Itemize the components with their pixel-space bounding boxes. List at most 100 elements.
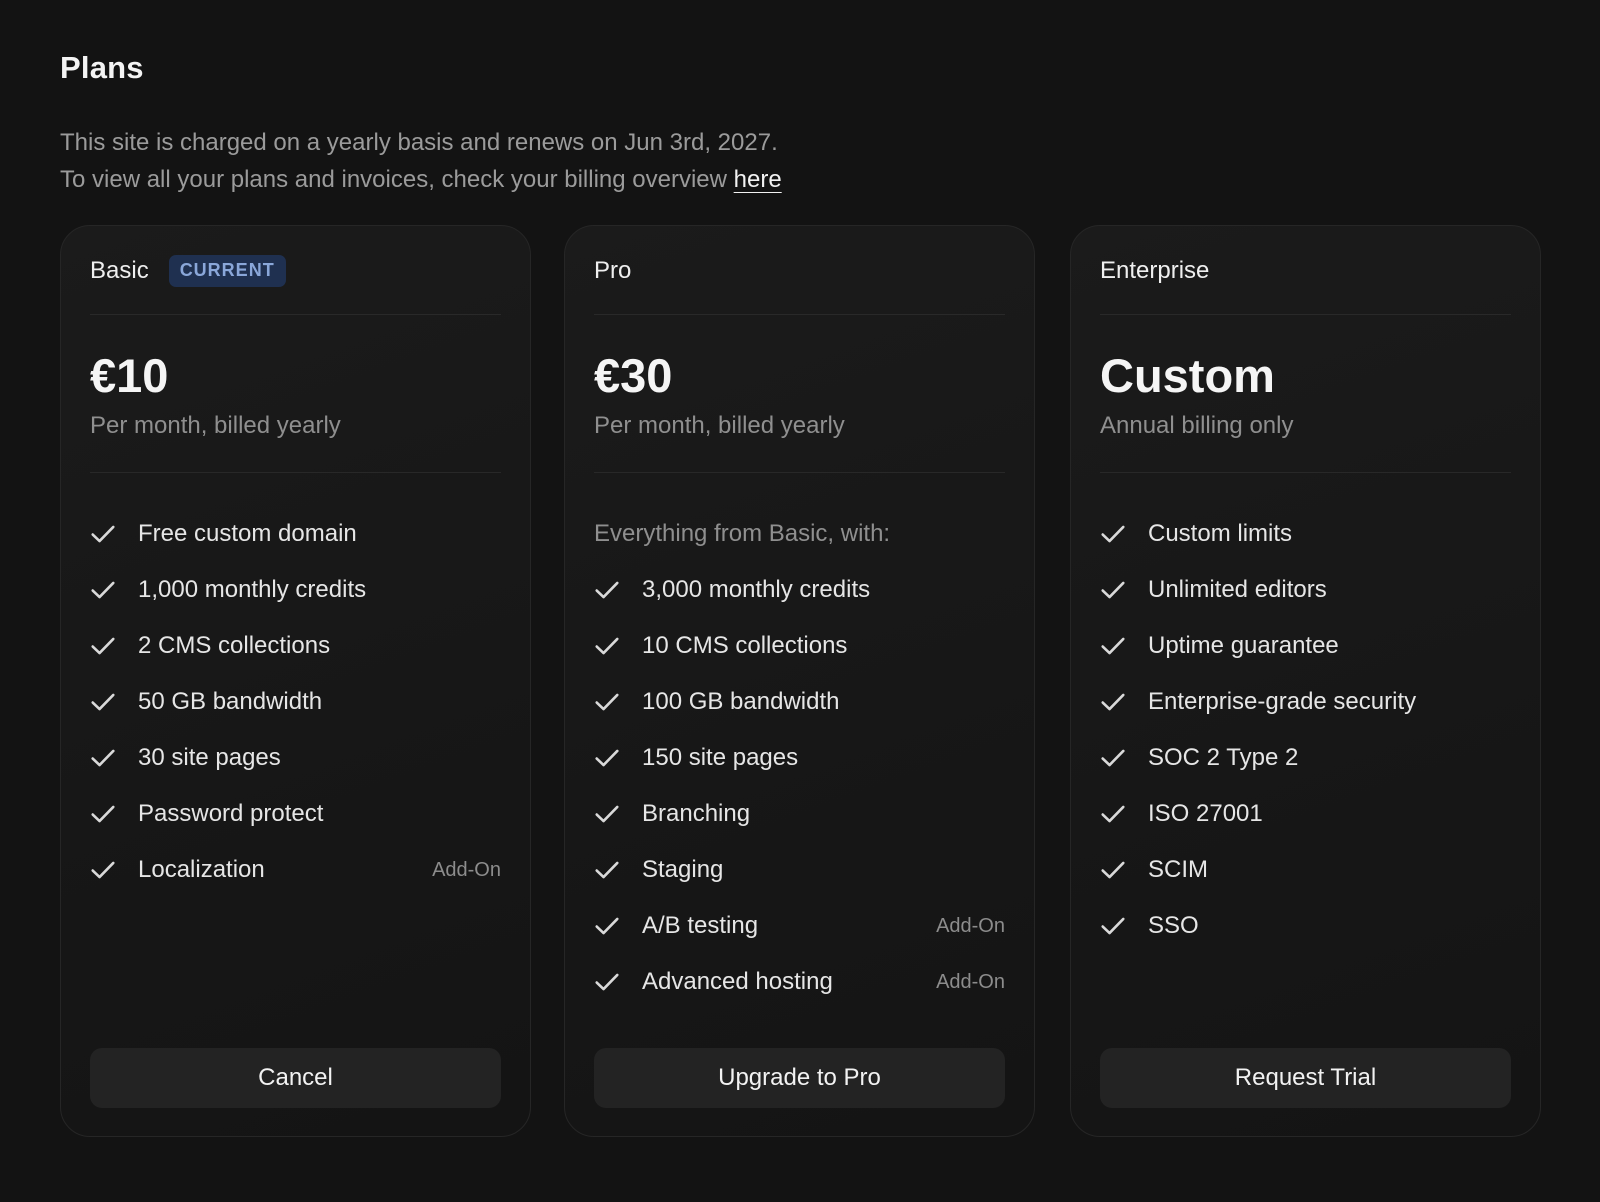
feature-list: Everything from Basic, with: 3,000 monthl… xyxy=(594,506,1005,1010)
addon-tag: Add-On xyxy=(936,914,1005,937)
check-icon xyxy=(1101,525,1125,543)
feature-item: SSO xyxy=(1100,898,1511,954)
plan-name: Basic xyxy=(90,257,149,284)
feature-label: Uptime guarantee xyxy=(1148,632,1339,659)
feature-list: Custom limits Unlimited editors Uptime gua… xyxy=(1100,506,1511,954)
feature-item: 3,000 monthly credits xyxy=(594,562,1005,618)
cancel-button[interactable]: Cancel xyxy=(90,1048,501,1108)
check-icon xyxy=(1101,805,1125,823)
billing-overview-text: To view all your plans and invoices, che… xyxy=(60,161,782,198)
check-icon xyxy=(91,805,115,823)
feature-label: Localization xyxy=(138,856,265,883)
check-icon xyxy=(1101,637,1125,655)
feature-item: 1,000 monthly credits xyxy=(90,562,501,618)
feature-label: Advanced hosting xyxy=(642,968,833,995)
request-trial-button[interactable]: Request Trial xyxy=(1100,1048,1511,1108)
check-icon xyxy=(595,693,619,711)
feature-item: 10 CMS collections xyxy=(594,618,1005,674)
feature-label: Enterprise-grade security xyxy=(1148,688,1417,715)
billing-intro: This site is charged on a yearly basis a… xyxy=(60,124,782,198)
feature-label: 30 site pages xyxy=(138,744,281,771)
divider xyxy=(594,472,1005,473)
plan-price: €10 xyxy=(90,349,169,402)
divider xyxy=(90,472,501,473)
check-icon xyxy=(595,861,619,879)
check-icon xyxy=(595,917,619,935)
feature-item: 100 GB bandwidth xyxy=(594,674,1005,730)
feature-item: ISO 27001 xyxy=(1100,786,1511,842)
feature-item: SCIM xyxy=(1100,842,1511,898)
renewal-text: This site is charged on a yearly basis a… xyxy=(60,129,778,156)
plan-header: Pro xyxy=(594,256,1005,315)
check-icon xyxy=(91,525,115,543)
check-icon xyxy=(91,749,115,767)
feature-label: 2 CMS collections xyxy=(138,632,331,659)
plan-billing: Per month, billed yearly xyxy=(594,412,845,439)
addon-tag: Add-On xyxy=(936,970,1005,993)
feature-label: 50 GB bandwidth xyxy=(138,688,323,715)
feature-label: SCIM xyxy=(1148,856,1208,883)
billing-overview-prefix: To view all your plans and invoices, che… xyxy=(60,166,734,193)
feature-item: SOC 2 Type 2 xyxy=(1100,730,1511,786)
check-icon xyxy=(1101,581,1125,599)
feature-label: 150 site pages xyxy=(642,744,799,771)
feature-label: Staging xyxy=(642,856,724,883)
feature-label: Unlimited editors xyxy=(1148,576,1327,603)
check-icon xyxy=(595,637,619,655)
feature-item: Staging xyxy=(594,842,1005,898)
divider xyxy=(1100,472,1511,473)
feature-item: Unlimited editors xyxy=(1100,562,1511,618)
feature-item: Uptime guarantee xyxy=(1100,618,1511,674)
plan-price: Custom xyxy=(1100,349,1275,402)
feature-item: 2 CMS collections xyxy=(90,618,501,674)
feature-label: 1,000 monthly credits xyxy=(138,576,367,603)
feature-item: Branching xyxy=(594,786,1005,842)
check-icon xyxy=(595,973,619,991)
check-icon xyxy=(91,693,115,711)
feature-item: 30 site pages xyxy=(90,730,501,786)
feature-item: Advanced hosting Add-On xyxy=(594,954,1005,1010)
feature-label: 10 CMS collections xyxy=(642,632,848,659)
plan-card-enterprise: Enterprise Custom Annual billing only Cu… xyxy=(1070,225,1541,1137)
feature-list: Free custom domain 1,000 monthly credits 2… xyxy=(90,506,501,898)
check-icon xyxy=(91,861,115,879)
plan-name: Enterprise xyxy=(1100,257,1210,284)
check-icon xyxy=(91,637,115,655)
plan-card-basic: Basic CURRENT €10 Per month, billed year… xyxy=(60,225,531,1137)
feature-item: Password protect xyxy=(90,786,501,842)
billing-overview-link[interactable]: here xyxy=(734,166,782,193)
feature-label: 100 GB bandwidth xyxy=(642,688,840,715)
feature-item: Localization Add-On xyxy=(90,842,501,898)
plan-header: Enterprise xyxy=(1100,256,1511,315)
feature-label: Custom limits xyxy=(1148,520,1293,547)
feature-item: Custom limits xyxy=(1100,506,1511,562)
current-plan-badge: CURRENT xyxy=(168,255,286,287)
feature-item: A/B testing Add-On xyxy=(594,898,1005,954)
check-icon xyxy=(1101,693,1125,711)
feature-item: 50 GB bandwidth xyxy=(90,674,501,730)
check-icon xyxy=(1101,749,1125,767)
feature-label: SSO xyxy=(1148,912,1199,939)
feature-item: Free custom domain xyxy=(90,506,501,562)
plan-price: €30 xyxy=(594,349,673,402)
plan-billing: Per month, billed yearly xyxy=(90,412,341,439)
plan-billing: Annual billing only xyxy=(1100,412,1294,439)
check-icon xyxy=(595,581,619,599)
check-icon xyxy=(595,805,619,823)
check-icon xyxy=(1101,917,1125,935)
feature-label: Branching xyxy=(642,800,751,827)
page-title: Plans xyxy=(60,50,144,85)
check-icon xyxy=(595,749,619,767)
upgrade-to-pro-button[interactable]: Upgrade to Pro xyxy=(594,1048,1005,1108)
feature-item: Enterprise-grade security xyxy=(1100,674,1511,730)
feature-label: ISO 27001 xyxy=(1148,800,1263,827)
feature-label: Password protect xyxy=(138,800,324,827)
plan-header: Basic CURRENT xyxy=(90,255,501,315)
feature-lead: Everything from Basic, with: xyxy=(594,520,891,547)
check-icon xyxy=(91,581,115,599)
feature-label: 3,000 monthly credits xyxy=(642,576,871,603)
plan-cards: Basic CURRENT €10 Per month, billed year… xyxy=(60,225,1541,1139)
addon-tag: Add-On xyxy=(432,858,501,881)
check-icon xyxy=(1101,861,1125,879)
plan-name: Pro xyxy=(594,257,632,284)
